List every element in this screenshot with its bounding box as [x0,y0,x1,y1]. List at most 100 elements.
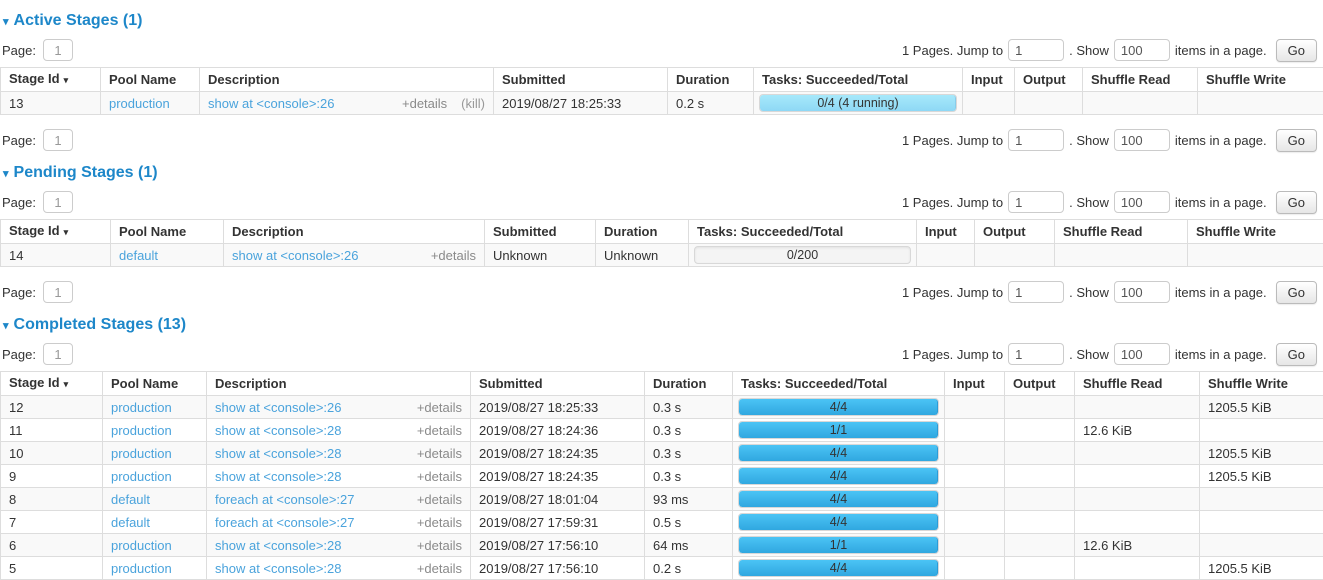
description-cell: +details show at <console>:26 [207,396,471,419]
stage-description-link[interactable]: show at <console>:26 [215,400,341,415]
col-header-tasks[interactable]: Tasks: Succeeded/Total [733,372,945,396]
details-toggle[interactable]: +details [417,538,462,553]
col-header-output[interactable]: Output [975,220,1055,244]
pool-name-link[interactable]: production [111,538,172,553]
details-toggle[interactable]: +details [417,561,462,576]
show-count-input[interactable] [1114,343,1170,365]
col-header-submitted[interactable]: Submitted [494,68,668,92]
col-header-description[interactable]: Description [207,372,471,396]
stage-description-link[interactable]: show at <console>:28 [215,423,341,438]
pool-name-link[interactable]: default [111,492,150,507]
tasks-cell: 0/200 [689,244,917,267]
col-header-stage-id[interactable]: Stage Id▾ [1,68,101,92]
col-header-input[interactable]: Input [945,372,1005,396]
col-header-description[interactable]: Description [224,220,485,244]
col-header-pool-name[interactable]: Pool Name [111,220,224,244]
description-actions: +details [417,538,462,553]
details-toggle[interactable]: +details [417,469,462,484]
go-button[interactable]: Go [1276,39,1317,62]
col-header-input[interactable]: Input [917,220,975,244]
pending-stages-header[interactable]: ▾Pending Stages (1) [3,164,1320,182]
col-header-pool-name[interactable]: Pool Name [101,68,200,92]
page-number-input[interactable] [43,191,73,213]
pool-name-link[interactable]: production [111,400,172,415]
submitted-cell: 2019/08/27 18:01:04 [471,488,645,511]
jump-to-input[interactable] [1008,343,1064,365]
submitted-cell: 2019/08/27 18:24:35 [471,442,645,465]
col-header-shuffle-read[interactable]: Shuffle Read [1055,220,1188,244]
col-header-submitted[interactable]: Submitted [485,220,596,244]
description-actions: +details [417,561,462,576]
pool-name-link[interactable]: production [109,96,170,111]
shuffle-write-cell [1200,534,1323,557]
show-count-input[interactable] [1114,39,1170,61]
col-header-submitted[interactable]: Submitted [471,372,645,396]
stage-description-link[interactable]: foreach at <console>:27 [215,515,355,530]
details-toggle[interactable]: +details [431,248,476,263]
page-number-input[interactable] [43,39,73,61]
details-toggle[interactable]: +details [417,515,462,530]
page-number-input[interactable] [43,129,73,151]
show-count-input[interactable] [1114,281,1170,303]
tasks-cell: 4/4 [733,511,945,534]
stage-description-link[interactable]: show at <console>:28 [215,446,341,461]
stage-description-link[interactable]: show at <console>:28 [215,538,341,553]
details-toggle[interactable]: +details [402,96,447,111]
stage-description-link[interactable]: show at <console>:26 [232,248,358,263]
sort-arrow-icon: ▾ [64,75,69,85]
jump-to-input[interactable] [1008,129,1064,151]
pool-name-cell: default [103,488,207,511]
col-header-shuffle-write[interactable]: Shuffle Write [1200,372,1323,396]
col-header-tasks[interactable]: Tasks: Succeeded/Total [754,68,963,92]
col-header-output[interactable]: Output [1005,372,1075,396]
col-header-duration[interactable]: Duration [596,220,689,244]
stage-description-link[interactable]: foreach at <console>:27 [215,492,355,507]
jump-to-input[interactable] [1008,281,1064,303]
col-header-stage-id[interactable]: Stage Id▾ [1,372,103,396]
kill-link[interactable]: (kill) [461,96,485,111]
go-button[interactable]: Go [1276,281,1317,304]
col-header-shuffle-write[interactable]: Shuffle Write [1188,220,1323,244]
stage-description-link[interactable]: show at <console>:26 [208,96,334,111]
go-button[interactable]: Go [1276,191,1317,214]
col-header-output[interactable]: Output [1015,68,1083,92]
col-header-duration[interactable]: Duration [645,372,733,396]
details-toggle[interactable]: +details [417,446,462,461]
page-number-input[interactable] [43,343,73,365]
go-button[interactable]: Go [1276,343,1317,366]
active-stages-header[interactable]: ▾Active Stages (1) [3,12,1320,30]
details-toggle[interactable]: +details [417,492,462,507]
stage-description-link[interactable]: show at <console>:28 [215,469,341,484]
pool-name-link[interactable]: production [111,423,172,438]
go-button[interactable]: Go [1276,129,1317,152]
page-number-input[interactable] [43,281,73,303]
pagination-row: Page: 1 Pages. Jump to . Show items in a… [2,342,1321,366]
details-toggle[interactable]: +details [417,423,462,438]
tasks-cell: 1/1 [733,534,945,557]
stage-description-link[interactable]: show at <console>:28 [215,561,341,576]
show-count-input[interactable] [1114,129,1170,151]
col-header-pool-name[interactable]: Pool Name [103,372,207,396]
col-header-tasks[interactable]: Tasks: Succeeded/Total [689,220,917,244]
col-header-description[interactable]: Description [200,68,494,92]
pool-name-link[interactable]: default [111,515,150,530]
col-header-shuffle-write[interactable]: Shuffle Write [1198,68,1323,92]
col-header-duration[interactable]: Duration [668,68,754,92]
table-row: 10 production +details show at <console>… [1,442,1323,465]
col-header-input[interactable]: Input [963,68,1015,92]
completed-stages-header[interactable]: ▾Completed Stages (13) [3,316,1320,334]
pages-count-text: 1 Pages. Jump to [902,195,1003,210]
duration-cell: 0.2 s [668,92,754,115]
col-header-shuffle-read[interactable]: Shuffle Read [1083,68,1198,92]
pool-name-link[interactable]: default [119,248,158,263]
pool-name-link[interactable]: production [111,446,172,461]
col-header-shuffle-read[interactable]: Shuffle Read [1075,372,1200,396]
jump-to-input[interactable] [1008,191,1064,213]
table-header-row: Stage Id▾ Pool Name Description Submitte… [1,220,1323,244]
pool-name-link[interactable]: production [111,469,172,484]
pool-name-link[interactable]: production [111,561,172,576]
jump-to-input[interactable] [1008,39,1064,61]
col-header-stage-id[interactable]: Stage Id▾ [1,220,111,244]
details-toggle[interactable]: +details [417,400,462,415]
show-count-input[interactable] [1114,191,1170,213]
